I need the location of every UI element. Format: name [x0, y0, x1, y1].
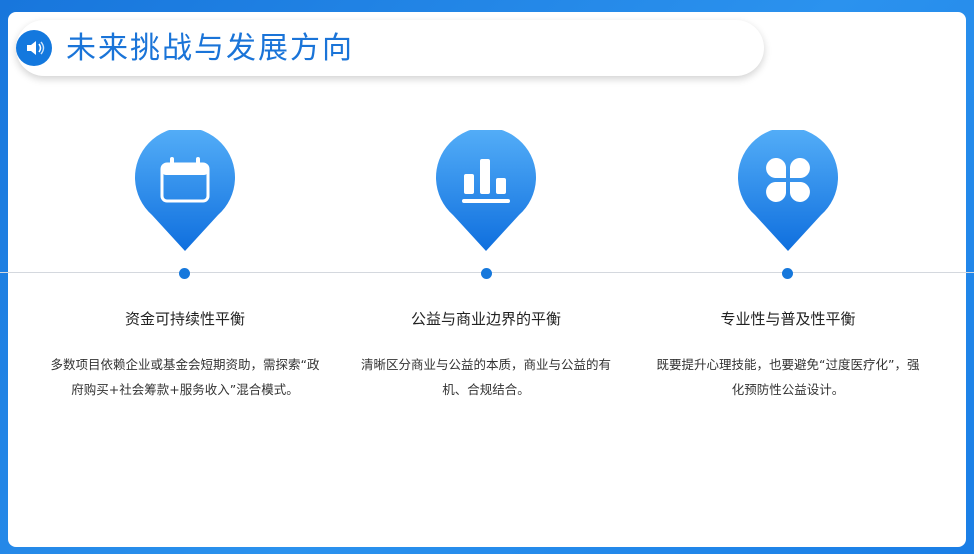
timeline-dot: [179, 268, 190, 279]
item-title: 公益与商业边界的平衡: [410, 310, 561, 328]
item-description: 清晰区分商业与公益的本质，商业与公益的有机、合规结合。: [360, 357, 611, 397]
timeline-dot: [481, 268, 492, 279]
slide-card: [8, 12, 966, 547]
item-description: 多数项目依赖企业或基金会短期资助，需探索“政府购买+社会筹款+服务收入”混合模式…: [50, 357, 320, 397]
calendar-icon: [135, 130, 235, 254]
item-title: 资金可持续性平衡: [124, 310, 245, 328]
item-description: 既要提升心理技能，也要避免“过度医疗化”，强化预防性公益设计。: [656, 357, 920, 397]
speaker-icon: [16, 30, 52, 66]
item-title: 专业性与普及性平衡: [720, 310, 856, 328]
timeline-dot: [782, 268, 793, 279]
page-title: 未来挑战与发展方向: [66, 31, 354, 66]
bar-chart-icon: [436, 130, 536, 254]
four-petal-icon: [738, 130, 838, 254]
